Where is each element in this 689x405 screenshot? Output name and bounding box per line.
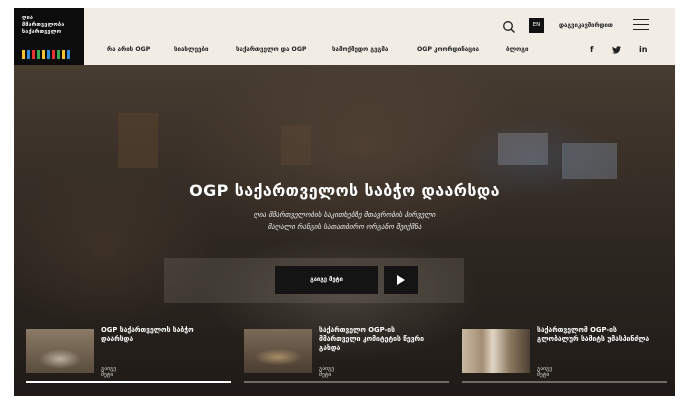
news-thumbnail (462, 329, 530, 373)
news-title[interactable]: საქართველომ OGP-ის გლობალურ სამიტს უმასპ… (537, 326, 652, 344)
news-thumbnail (244, 329, 312, 373)
logo-stripe (27, 50, 30, 59)
nav-item-blog[interactable]: ბლოგი (506, 46, 529, 53)
logo-stripe (32, 50, 35, 59)
news-title[interactable]: OGP საქართველოს საბჭო დაარსდა (101, 326, 216, 344)
language-switch-button[interactable]: EN (529, 18, 544, 33)
news-thumbnail (26, 329, 94, 373)
logo-stripes (22, 50, 70, 59)
contact-link[interactable]: დაგვიკავშირდით (559, 22, 613, 29)
logo-stripe (52, 50, 55, 59)
logo-stripe (42, 50, 45, 59)
facebook-icon[interactable]: f (590, 45, 593, 54)
linkedin-icon[interactable]: in (639, 45, 647, 54)
play-video-button[interactable] (384, 266, 418, 294)
twitter-icon[interactable] (612, 46, 621, 56)
learn-more-button[interactable]: გაიგე მეტი (275, 266, 378, 294)
news-read-more-link[interactable]: გაიგე მეტი (537, 366, 552, 378)
news-read-more-link[interactable]: გაიგე მეტი (319, 366, 334, 378)
nav-item-ogp-coordination[interactable]: OGP კოორდინაცია (417, 46, 479, 53)
hero-title: OGP საქართველოს საბჭო დაარსდა (189, 181, 500, 200)
nav-item-georgia-and-ogp[interactable]: საქართველო და OGP (236, 46, 306, 53)
site-header: ღია მმართველობა საქართველო რა არის OGP ს… (14, 8, 675, 65)
hamburger-menu-icon[interactable] (633, 19, 649, 31)
logo-stripe (57, 50, 60, 59)
logo-stripe (67, 50, 70, 59)
slider-progress-indicator[interactable] (244, 381, 449, 383)
logo-text: ღია მმართველობა საქართველო (22, 15, 65, 35)
nav-item-news[interactable]: სიახლეები (174, 46, 208, 53)
logo-stripe (47, 50, 50, 59)
slider-progress-indicator[interactable] (462, 381, 667, 383)
play-icon (397, 275, 405, 285)
page: ღია მმართველობა საქართველო რა არის OGP ს… (14, 8, 675, 396)
hero-subtitle: ღია მმართველობის საკითხებზე მთავრობის პი… (253, 211, 436, 231)
nav-item-action-plan[interactable]: სამოქმედო გეგმა (332, 46, 388, 53)
logo-stripe (62, 50, 65, 59)
slider-progress-indicator[interactable] (26, 381, 231, 383)
nav-item-what-is-ogp[interactable]: რა არის OGP (107, 46, 150, 53)
logo-stripe (37, 50, 40, 59)
site-logo[interactable]: ღია მმართველობა საქართველო (14, 8, 84, 65)
search-icon[interactable] (502, 19, 516, 33)
logo-stripe (22, 50, 25, 59)
news-title[interactable]: საქართველო OGP-ის მმართველი კომიტეტის წე… (319, 326, 434, 353)
news-read-more-link[interactable]: გაიგე მეტი (101, 366, 116, 378)
